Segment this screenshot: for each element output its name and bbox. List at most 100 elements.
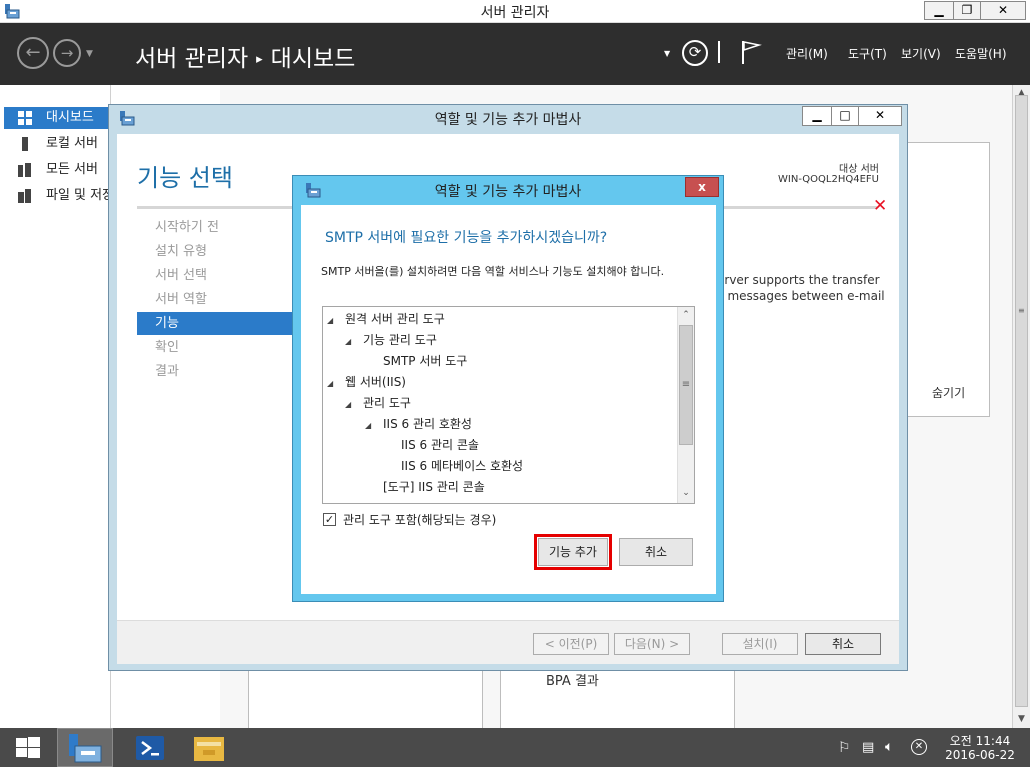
tree-node-label: 관리 도구 — [363, 396, 411, 410]
sidebar: 대시보드 로컬 서버 모든 서버 파일 및 저장소 서비스 — [0, 85, 110, 728]
tree-node[interactable]: ◢ 기능 관리 도구 — [345, 330, 437, 351]
scroll-down-icon[interactable]: ⌄ — [678, 485, 694, 502]
taskbar-file-explorer[interactable] — [185, 728, 233, 767]
tree-scrollbar[interactable]: ⌃ ≡ ⌄ — [677, 307, 694, 503]
tray-notification-icon[interactable]: ✕ — [911, 739, 927, 755]
wizard-cancel-button[interactable]: 취소 — [805, 633, 881, 655]
step-installation-type[interactable]: 설치 유형 — [137, 240, 297, 263]
taskbar-server-manager[interactable] — [57, 728, 113, 767]
tree-node[interactable]: IIS 6 관리 콘솔 — [401, 435, 479, 456]
scroll-thumb[interactable]: ≡ — [1015, 95, 1028, 707]
tray-network-icon[interactable]: ▤ — [862, 740, 874, 755]
expand-triangle-icon[interactable]: ◢ — [345, 331, 363, 352]
minimize-button[interactable]: ▁ — [924, 1, 954, 20]
tree-node[interactable]: IIS 6 메타베이스 호환성 — [401, 456, 523, 477]
wizard-maximize-button[interactable]: □ — [831, 106, 859, 126]
add-features-button[interactable]: 기능 추가 — [538, 538, 608, 566]
back-button[interactable]: ← — [17, 37, 49, 69]
expand-triangle-icon[interactable]: ◢ — [327, 373, 345, 394]
include-management-tools-row[interactable]: ✓ 관리 도구 포함(해당되는 경우) — [323, 511, 496, 527]
tree-node[interactable]: SMTP 서버 도구 — [383, 351, 467, 372]
expand-triangle-icon[interactable]: ◢ — [365, 415, 383, 436]
server-manager-header: ← → ▼ 서버 관리자 ▸ 대시보드 ▼ ⟳ 관리(M) 도구(T) 보기(V) … — [0, 23, 1030, 85]
step-server-roles[interactable]: 서버 역할 — [137, 288, 297, 311]
sidebar-item-dashboard[interactable]: 대시보드 — [4, 107, 110, 129]
sidebar-item-label: 로컬 서버 — [46, 136, 98, 151]
windows-start-icon[interactable] — [16, 737, 40, 759]
target-server-name: WIN-QOQL2HQ4EFU — [778, 174, 879, 185]
hide-link[interactable]: 숨기기 — [932, 384, 965, 401]
install-button[interactable]: 설치(I) — [722, 633, 798, 655]
tree-node[interactable]: ◢ 웹 서버(IIS) — [327, 372, 406, 393]
sidebar-item-file-storage[interactable]: 파일 및 저장소 서비스 — [4, 185, 110, 207]
expand-triangle-icon[interactable]: ◢ — [327, 310, 345, 331]
step-features[interactable]: 기능 — [137, 312, 297, 335]
local-server-icon — [22, 137, 28, 151]
step-results[interactable]: 결과 — [137, 360, 297, 383]
required-features-tree[interactable]: ◢ 원격 서버 관리 도구 ◢ 기능 관리 도구 SMTP 서버 도구 ◢ 웹 서버(… — [322, 306, 695, 504]
expand-triangle-icon[interactable]: ◢ — [345, 394, 363, 415]
header-divider — [718, 41, 720, 63]
add-features-dialog: 역할 및 기능 추가 마법사 x SMTP 서버에 필요한 기능을 추가하시겠습… — [292, 175, 724, 602]
dialog-cancel-button[interactable]: 취소 — [619, 538, 693, 566]
dialog-title: 역할 및 기능 추가 마법사 — [434, 184, 582, 200]
notifications-dropdown-icon[interactable]: ▼ — [664, 49, 670, 58]
tree-node-label: 기능 관리 도구 — [363, 333, 437, 347]
clock-date[interactable]: 2016-06-22 — [940, 748, 1020, 762]
tree-node[interactable]: [도구] IIS 관리 콘솔 — [383, 477, 485, 498]
next-button[interactable]: 다음(N) > — [614, 633, 690, 655]
menu-tools[interactable]: 도구(T) — [848, 45, 887, 62]
step-server-selection[interactable]: 서버 선택 — [137, 264, 297, 287]
include-management-tools-label: 관리 도구 포함(해당되는 경우) — [343, 513, 497, 527]
previous-button[interactable]: < 이전(P) — [533, 633, 609, 655]
clock-time[interactable]: 오전 11:44 — [940, 732, 1020, 749]
forward-button[interactable]: → — [53, 39, 81, 67]
wizard-close-button[interactable]: ✕ — [858, 106, 902, 126]
tray-flag-icon[interactable]: ⚐ — [838, 740, 851, 756]
dialog-close-button[interactable]: x — [685, 177, 719, 197]
history-dropdown-icon[interactable]: ▼ — [86, 49, 93, 59]
close-icon: ✕ — [997, 3, 1009, 17]
menu-help[interactable]: 도움말(H) — [955, 45, 1007, 62]
tree-node[interactable]: ◢ 관리 도구 — [345, 393, 411, 414]
refresh-icon[interactable]: ⟳ — [682, 40, 708, 66]
arrow-left-icon: ← — [25, 42, 41, 63]
taskbar-powershell[interactable] — [127, 728, 175, 767]
step-confirmation[interactable]: 확인 — [137, 336, 297, 359]
sidebar-item-all-servers[interactable]: 모든 서버 — [4, 159, 110, 181]
tray-volume-icon[interactable]: 🔈︎ — [885, 739, 893, 755]
target-server-label: 대상 서버 — [839, 164, 879, 175]
wizard-minimize-button[interactable]: ▁ — [802, 106, 832, 126]
maximize-button[interactable]: ❐ — [953, 1, 981, 20]
dialog-body: SMTP 서버에 필요한 기능을 추가하시겠습니까? SMTP 서버을(를) 설… — [301, 205, 716, 594]
wizard-footer: < 이전(P) 다음(N) > 설치(I) 취소 — [117, 620, 899, 664]
wizard-title: 역할 및 기능 추가 마법사 — [434, 112, 582, 128]
maximize-icon: □ — [839, 108, 851, 122]
step-before-you-begin[interactable]: 시작하기 전 — [137, 216, 297, 239]
close-button[interactable]: ✕ — [980, 1, 1026, 20]
scroll-down-icon[interactable]: ▼ — [1013, 711, 1030, 728]
bpa-results-label: BPA 결과 — [546, 674, 599, 689]
scroll-grip-icon: ≡ — [1018, 306, 1025, 315]
tree-node-label: IIS 6 관리 콘솔 — [401, 438, 479, 452]
dashboard-icon — [18, 111, 32, 125]
scroll-up-icon[interactable]: ⌃ — [678, 307, 694, 324]
sidebar-item-local-server[interactable]: 로컬 서버 — [4, 133, 110, 155]
tree-node[interactable]: ◢ IIS 6 관리 호환성 — [365, 414, 472, 435]
feature-description-line: il messages between e-mail — [717, 289, 885, 303]
tree-scroll-thumb[interactable]: ≡ — [679, 325, 693, 445]
menu-manage[interactable]: 관리(M) — [786, 45, 828, 62]
taskbar: ⚐ ▤ 🔈︎ ✕ 오전 11:44 2016-06-22 — [0, 728, 1030, 767]
menu-view[interactable]: 보기(V) — [901, 45, 941, 62]
powershell-icon — [136, 736, 164, 760]
tree-node[interactable]: ◢ 원격 서버 관리 도구 — [327, 309, 445, 330]
sidebar-item-label: 대시보드 — [46, 110, 94, 125]
tree-node-label: [도구] IIS 관리 콘솔 — [383, 480, 485, 494]
include-management-tools-checkbox[interactable]: ✓ — [323, 513, 336, 526]
main-scrollbar[interactable]: ▲ ≡ ▼ — [1012, 85, 1030, 728]
feature-description-line: . — [717, 304, 897, 320]
breadcrumb-app: 서버 관리자 — [135, 46, 249, 72]
tree-node-label: 웹 서버(IIS) — [345, 375, 406, 389]
flag-icon[interactable] — [740, 39, 762, 65]
tree-node-label: 원격 서버 관리 도구 — [345, 312, 445, 326]
